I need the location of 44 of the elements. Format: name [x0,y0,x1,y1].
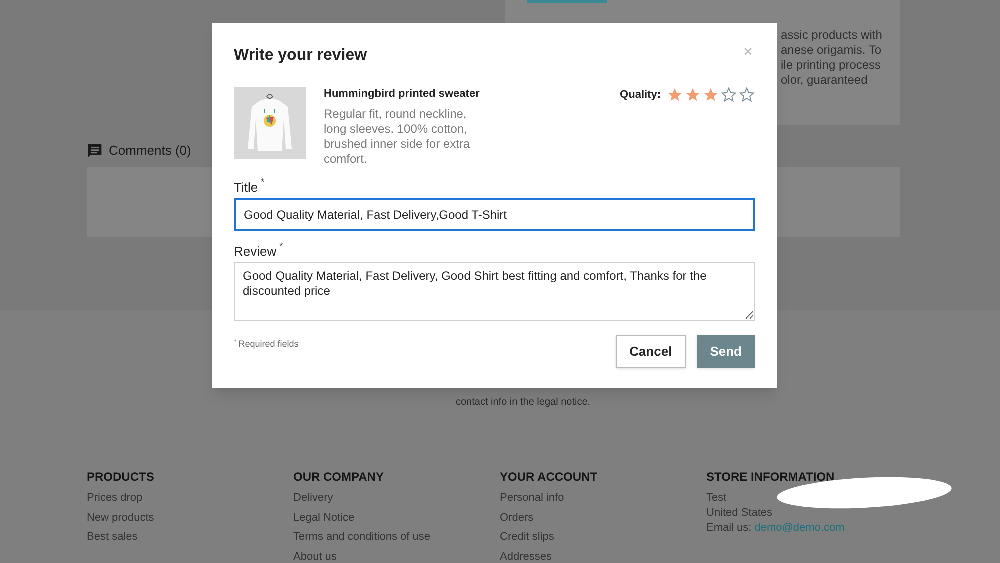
footer-link[interactable]: Best sales [87,528,138,546]
star-outline-icon[interactable] [739,87,755,103]
field-label: Title [234,179,258,197]
description-text: anese origamis. To [781,43,882,58]
footer-link[interactable]: Orders [500,508,534,527]
footer-link[interactable]: Addresses [500,548,552,563]
required-mark: * [261,176,265,189]
footer-heading: STORE INFORMATION [706,469,836,486]
newsletter-note: contact info in the legal notice. [456,396,592,410]
star-filled-icon[interactable] [667,87,683,103]
store-info-text: United States [706,506,773,521]
description-text: olor, guaranteed [781,73,869,88]
description-text: assic products with [781,28,884,43]
store-info-text: Test [706,491,727,506]
footer-link[interactable]: About us [294,548,337,563]
footer-link[interactable]: Terms and conditions of use [294,528,430,546]
star-outline-icon[interactable] [721,87,737,103]
modal-title: Write your review [234,46,368,66]
footer-link[interactable]: Credit slips [500,528,554,546]
footer-link[interactable]: Prices drop [87,489,143,508]
footer-heading: PRODUCTS [87,469,156,486]
footer-link[interactable]: New products [87,508,154,527]
close-button[interactable]: × [744,45,753,61]
description-text: ile printing process [781,58,882,73]
product-name: Hummingbird printed sweater [324,87,481,102]
comment-icon [87,143,103,159]
send-button[interactable]: Send [697,335,755,368]
footer-link[interactable]: Legal Notice [294,508,355,527]
star-filled-icon[interactable] [703,87,719,103]
product-description: Regular fit, round neckline, long sleeves. 100% cotton, brushed inner side for extra comfort. [324,106,472,166]
rating-label: Quality: [620,88,661,103]
comments-heading: Comments (0) [109,142,192,160]
review-text-area[interactable]: Good Quality Material, Fast Delivery, Good Shirt best fitting and comfort, Thanks for the discounted price [234,262,755,321]
footer-link[interactable]: Delivery [294,489,334,508]
email-label: Email us: [706,521,752,536]
title-input-field[interactable]: Good Quality Material, Fast Delivery,Good T-Shirt [234,198,755,231]
footer-link[interactable]: Personal info [500,489,564,508]
footer-heading: OUR COMPANY [294,469,385,486]
footer-heading: YOUR ACCOUNT [500,469,599,486]
required-mark: * [280,240,284,253]
field-label: Review [234,243,277,261]
cancel-button[interactable]: Cancel [616,335,686,368]
required-note: Required fields [238,338,299,351]
star-filled-icon[interactable] [685,87,701,103]
